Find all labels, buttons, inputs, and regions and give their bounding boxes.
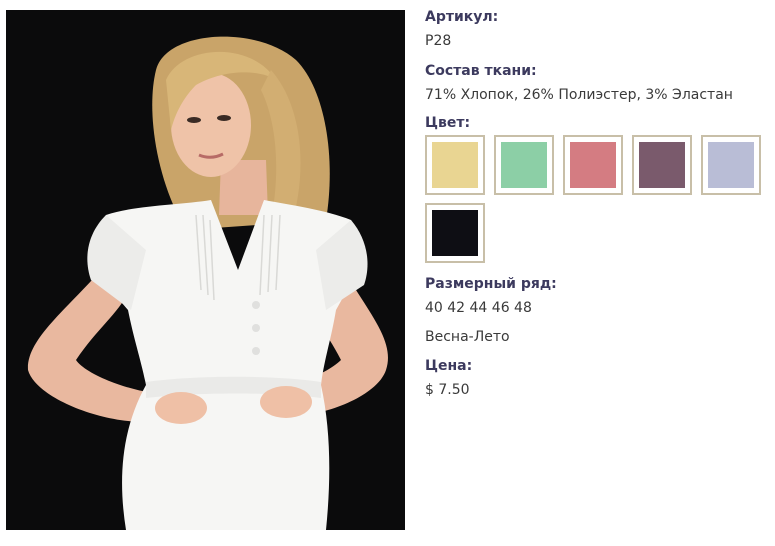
size-value: 40 42 44 46 48 <box>425 300 532 316</box>
color-swatch-fill <box>501 142 547 188</box>
color-swatch[interactable] <box>425 203 485 263</box>
product-details: Артикул: P28 Состав ткани: 71% Хлопок, 2… <box>425 8 770 399</box>
color-swatch[interactable] <box>632 135 692 195</box>
color-swatch[interactable] <box>563 135 623 195</box>
color-swatch[interactable] <box>494 135 554 195</box>
price-value: $ 7.50 <box>425 382 470 398</box>
color-swatch[interactable] <box>701 135 761 195</box>
sku-value: P28 <box>425 33 452 49</box>
price-label: Цена: <box>425 358 473 374</box>
color-swatch-fill <box>639 142 685 188</box>
size-label: Размерный ряд: <box>425 276 557 292</box>
fabric-value: 71% Хлопок, 26% Полиэстер, 3% Эластан <box>425 87 733 103</box>
product-photo-illustration <box>6 10 405 530</box>
product-photo <box>6 10 405 530</box>
color-swatch-fill <box>570 142 616 188</box>
color-swatch-fill <box>708 142 754 188</box>
color-swatch-fill <box>432 210 478 256</box>
season-value: Весна-Лето <box>425 329 510 345</box>
fabric-label: Состав ткани: <box>425 63 537 79</box>
color-swatch-list <box>425 135 770 263</box>
color-swatch-fill <box>432 142 478 188</box>
color-label: Цвет: <box>425 115 471 131</box>
color-swatch[interactable] <box>425 135 485 195</box>
sku-label: Артикул: <box>425 9 499 25</box>
